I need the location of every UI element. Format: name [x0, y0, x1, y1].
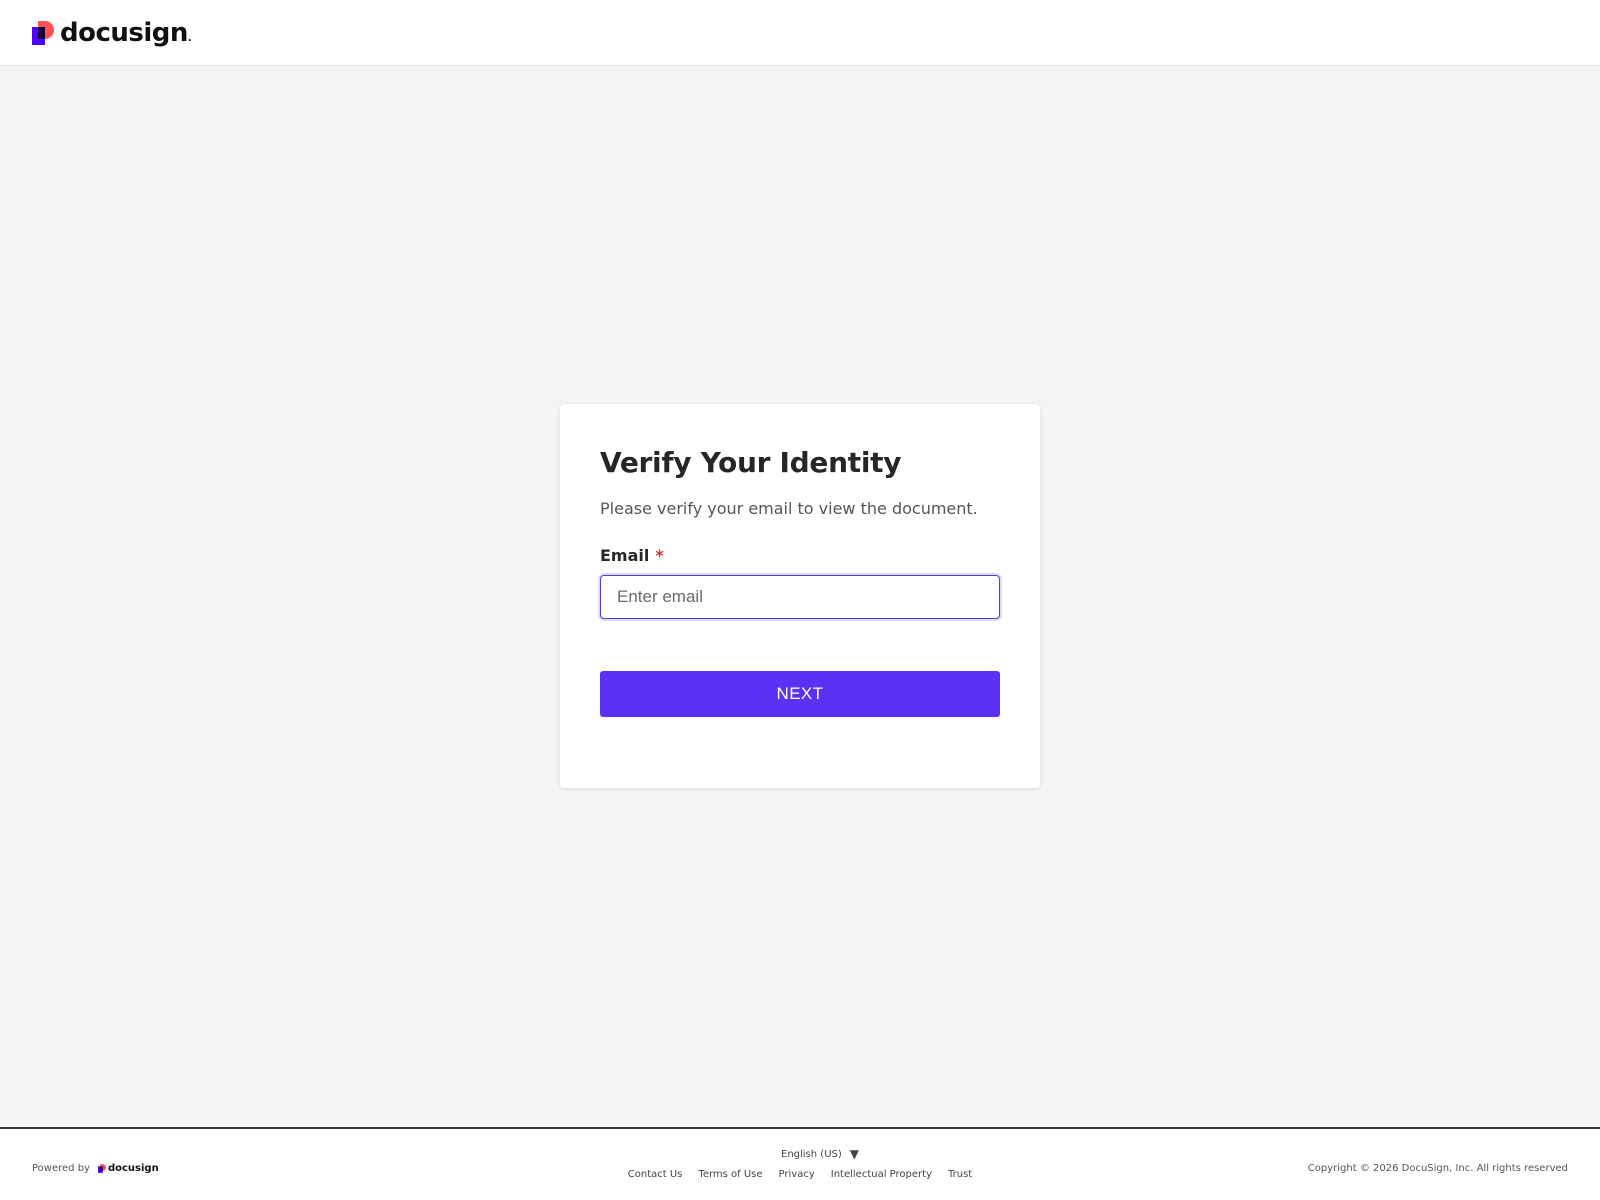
docusign-logo-icon-small — [97, 1164, 106, 1173]
card-subtitle: Please verify your email to view the doc… — [600, 499, 978, 518]
footer-links: Contact Us Terms of Use Privacy Intellec… — [560, 1169, 1040, 1180]
footer-brand-name: docusign — [107, 1163, 159, 1174]
required-marker: * — [655, 546, 664, 565]
footer-link-terms-of-use[interactable]: Terms of Use — [698, 1169, 762, 1180]
email-input[interactable] — [600, 575, 1000, 619]
footer-link-trust[interactable]: Trust — [948, 1169, 972, 1180]
language-selector[interactable]: English (US) ▼ — [781, 1147, 859, 1161]
footer: Powered by docusign English (US) ▼ Conta… — [0, 1127, 1600, 1200]
docusign-logo-icon — [32, 20, 54, 45]
powered-by: Powered by docusign — [32, 1163, 159, 1174]
email-label-text: Email — [600, 546, 650, 565]
footer-docusign-logo[interactable]: docusign — [97, 1163, 159, 1174]
footer-link-contact-us[interactable]: Contact Us — [628, 1169, 683, 1180]
footer-link-intellectual-property[interactable]: Intellectual Property — [831, 1169, 932, 1180]
footer-link-privacy[interactable]: Privacy — [779, 1169, 815, 1180]
page-title: Verify Your Identity — [600, 446, 902, 479]
email-label: Email * — [600, 546, 1000, 565]
footer-center: English (US) ▼ Contact Us Terms of Use P… — [560, 1147, 1040, 1180]
language-label: English (US) — [781, 1148, 842, 1160]
caret-down-icon: ▼ — [849, 1147, 859, 1161]
copyright: Copyright © 2026 DocuSign, Inc. All righ… — [1307, 1163, 1568, 1174]
powered-by-text: Powered by — [32, 1163, 90, 1174]
header: docusign. — [0, 0, 1600, 66]
brand-name: docusign. — [60, 17, 192, 48]
verify-card: Verify Your Identity Please verify your … — [560, 404, 1040, 788]
docusign-logo[interactable]: docusign. — [32, 17, 192, 48]
next-button[interactable]: NEXT — [600, 671, 1000, 717]
